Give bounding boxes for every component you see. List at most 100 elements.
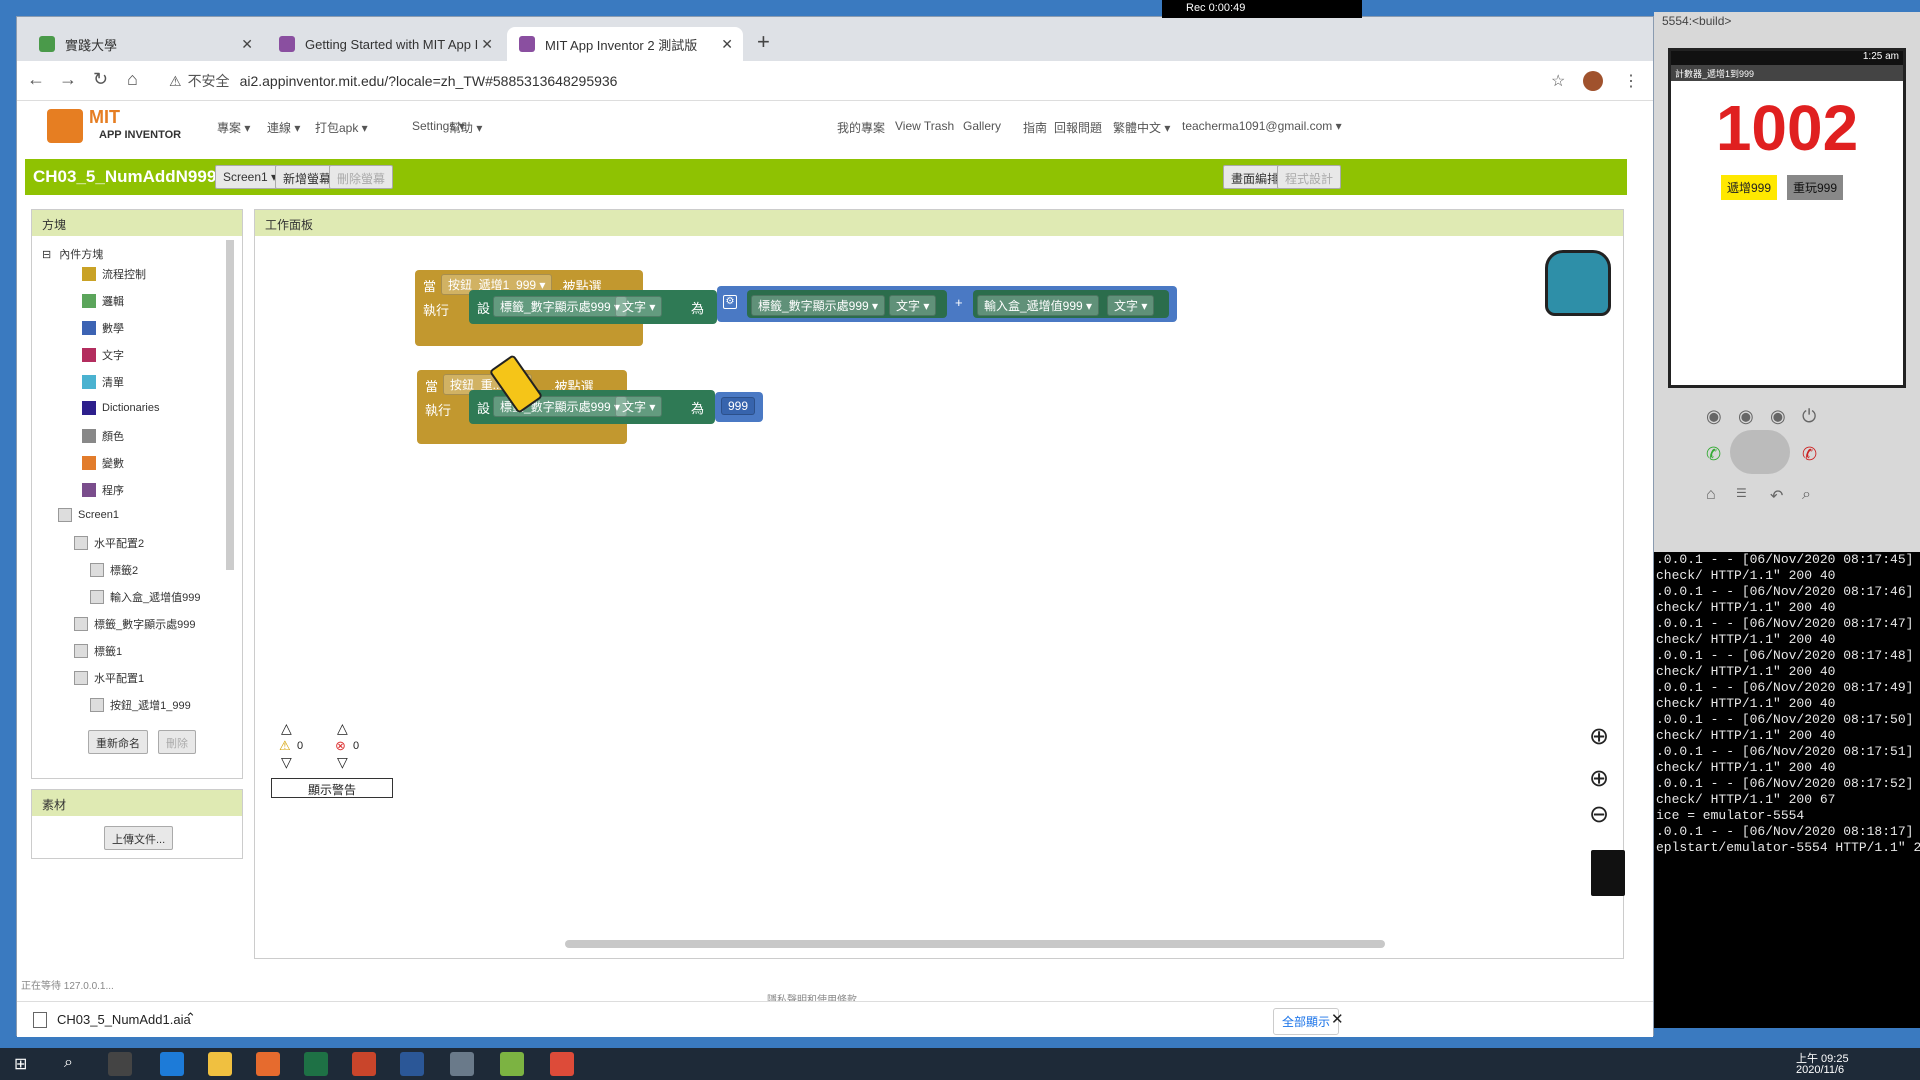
task-view-icon[interactable] xyxy=(108,1052,132,1076)
show-all-button[interactable]: 全部顯示 xyxy=(1273,1008,1340,1035)
center-icon[interactable]: ⊕ xyxy=(1589,722,1609,751)
remove-screen-button[interactable]: 刪除螢幕 xyxy=(329,165,394,189)
category-item[interactable]: 數學 xyxy=(82,320,124,336)
close-icon[interactable]: ✕ xyxy=(241,36,253,53)
tree-builtin[interactable]: ⊟ 內件方塊 xyxy=(42,246,103,262)
menu-language[interactable]: 繁體中文 ▾ xyxy=(1113,119,1170,136)
category-item[interactable]: 邏輯 xyxy=(82,293,124,309)
show-warnings-button[interactable]: 顯示警告 xyxy=(271,778,393,798)
close-icon[interactable]: ✕ xyxy=(1331,1010,1344,1028)
volume-up-icon[interactable]: ◉ xyxy=(1770,406,1786,427)
number-block[interactable]: 999 xyxy=(715,392,763,422)
menu-report[interactable]: 回報問題 xyxy=(1054,119,1102,136)
address-bar[interactable]: ⚠ 不安全 ai2.appinventor.mit.edu/?locale=zh… xyxy=(169,67,1569,95)
component-item[interactable]: Screen1 xyxy=(58,508,119,522)
number-value[interactable]: 999 xyxy=(721,397,756,415)
zoom-out-icon[interactable]: ⊖ xyxy=(1589,800,1609,829)
category-item[interactable]: 流程控制 xyxy=(82,266,146,282)
home-icon[interactable]: ⌂ xyxy=(127,69,138,90)
close-icon[interactable]: ✕ xyxy=(721,36,733,53)
category-item[interactable]: 文字 xyxy=(82,347,124,363)
search-icon[interactable]: ⌕ xyxy=(64,1054,73,1072)
menu-build[interactable]: 打包apk ▾ xyxy=(315,119,368,136)
menu-help[interactable]: 幫助 ▾ xyxy=(449,119,482,136)
getter-block-textbox[interactable]: 輸入盒_遞增值999 ▾ 文字 ▾ xyxy=(973,290,1169,318)
reset-button[interactable]: 重玩999 xyxy=(1787,175,1844,200)
category-item[interactable]: 變數 xyxy=(82,455,124,471)
tab-3[interactable]: MIT App Inventor 2 測試版 ✕ xyxy=(507,27,743,61)
end-call-icon[interactable]: ✆ xyxy=(1802,444,1817,465)
property-dropdown[interactable]: 文字 ▾ xyxy=(615,396,663,417)
menu-account[interactable]: teacherma1091@gmail.com ▾ xyxy=(1182,119,1342,133)
delete-button[interactable]: 刪除 xyxy=(158,730,196,754)
add-block[interactable]: ⚙ 標籤_數字顯示處999 ▾ 文字 ▾ + 輸入盒_遞增值999 ▾ 文字 ▾ xyxy=(717,286,1177,322)
category-item[interactable]: 程序 xyxy=(82,482,124,498)
error-down-icon[interactable]: ▽ xyxy=(337,754,348,771)
rename-button[interactable]: 重新命名 xyxy=(88,730,148,754)
property-dropdown[interactable]: 文字 ▾ xyxy=(615,296,663,317)
word-icon[interactable] xyxy=(400,1052,424,1076)
component-item[interactable]: 標籤1 xyxy=(74,643,122,659)
explorer-icon[interactable] xyxy=(208,1052,232,1076)
excel-icon[interactable] xyxy=(304,1052,328,1076)
dpad[interactable] xyxy=(1730,430,1790,474)
trash-icon[interactable] xyxy=(1591,850,1625,896)
category-item[interactable]: 顏色 xyxy=(82,428,124,444)
menu-dots-icon[interactable]: ⋮ xyxy=(1623,71,1639,91)
component-item[interactable]: 輸入盒_遞增值999 xyxy=(90,589,200,605)
firefox-icon[interactable] xyxy=(256,1052,280,1076)
component-item[interactable]: 水平配置1 xyxy=(74,670,144,686)
menu-project[interactable]: 專案 ▾ xyxy=(217,119,250,136)
gear-icon[interactable]: ⚙ xyxy=(723,295,737,309)
reload-icon[interactable]: ↻ xyxy=(93,69,108,90)
menu-gallery[interactable]: Gallery xyxy=(963,119,1001,133)
getter-component-dropdown[interactable]: 輸入盒_遞增值999 ▾ xyxy=(977,295,1100,316)
windows-icon[interactable]: ⊞ xyxy=(14,1054,27,1074)
app-icon[interactable] xyxy=(450,1052,474,1076)
volume-down-icon[interactable]: ◉ xyxy=(1738,406,1754,427)
category-item[interactable]: 清單 xyxy=(82,374,124,390)
warning-up-icon[interactable]: △ xyxy=(281,720,292,737)
upload-button[interactable]: 上傳文件... xyxy=(104,826,174,850)
target-dropdown[interactable]: 標籤_數字顯示處999 ▾ xyxy=(493,296,628,317)
forward-icon[interactable]: → xyxy=(59,69,77,90)
category-item[interactable]: Dictionaries xyxy=(82,401,159,415)
back-icon[interactable]: ↶ xyxy=(1770,486,1783,506)
search-icon[interactable]: ⌕ xyxy=(1802,486,1811,504)
power-icon[interactable]: ⏻ xyxy=(1802,406,1816,427)
backpack-icon[interactable] xyxy=(1545,250,1611,316)
set-block[interactable]: 設 標籤_數字顯示處999 ▾ 文字 ▾ 為 xyxy=(469,290,717,324)
tab-1[interactable]: 實踐大學 ✕ xyxy=(27,27,263,61)
menu-view-trash[interactable]: View Trash xyxy=(895,119,954,133)
home-icon[interactable]: ⌂ xyxy=(1706,486,1716,504)
tab-2[interactable]: Getting Started with MIT App I ✕ xyxy=(267,27,503,61)
zoom-in-icon[interactable]: ⊕ xyxy=(1589,764,1609,793)
avatar[interactable] xyxy=(1583,71,1603,91)
component-item[interactable]: 按鈕_遞增1_999 xyxy=(90,697,191,713)
download-file[interactable]: CH03_5_NumAdd1.aia xyxy=(57,1012,191,1027)
increment-button[interactable]: 遞增999 xyxy=(1721,175,1778,200)
getter-block-label[interactable]: 標籤_數字顯示處999 ▾ 文字 ▾ xyxy=(747,290,947,318)
menu-my-projects[interactable]: 我的專案 xyxy=(837,119,885,136)
component-item[interactable]: 水平配置2 xyxy=(74,535,144,551)
chrome-icon[interactable] xyxy=(550,1052,574,1076)
edge-icon[interactable] xyxy=(160,1052,184,1076)
getter-property-dropdown[interactable]: 文字 ▾ xyxy=(1107,295,1155,316)
new-tab-button[interactable]: + xyxy=(757,29,770,55)
warning-down-icon[interactable]: ▽ xyxy=(281,754,292,771)
blocks-button[interactable]: 程式設計 xyxy=(1277,165,1342,189)
getter-property-dropdown[interactable]: 文字 ▾ xyxy=(889,295,937,316)
menu-icon[interactable]: ☰ xyxy=(1736,486,1747,500)
close-icon[interactable]: ✕ xyxy=(481,36,493,53)
back-icon[interactable]: ← xyxy=(27,69,45,90)
call-icon[interactable]: ✆ xyxy=(1706,444,1721,465)
getter-component-dropdown[interactable]: 標籤_數字顯示處999 ▾ xyxy=(751,295,886,316)
camera-icon[interactable]: ◉ xyxy=(1706,406,1722,427)
menu-guide[interactable]: 指南 xyxy=(1023,119,1047,136)
component-item[interactable]: 標籤2 xyxy=(90,562,138,578)
component-item[interactable]: 標籤_數字顯示處999 xyxy=(74,616,195,632)
horizontal-scrollbar[interactable] xyxy=(565,940,1385,948)
powerpoint-icon[interactable] xyxy=(352,1052,376,1076)
scrollbar[interactable] xyxy=(226,240,234,570)
workspace[interactable]: 工作面板 當 按鈕_遞增1_999 ▾ .被點選 執行 設 標籤_數字顯示處99… xyxy=(254,209,1625,959)
